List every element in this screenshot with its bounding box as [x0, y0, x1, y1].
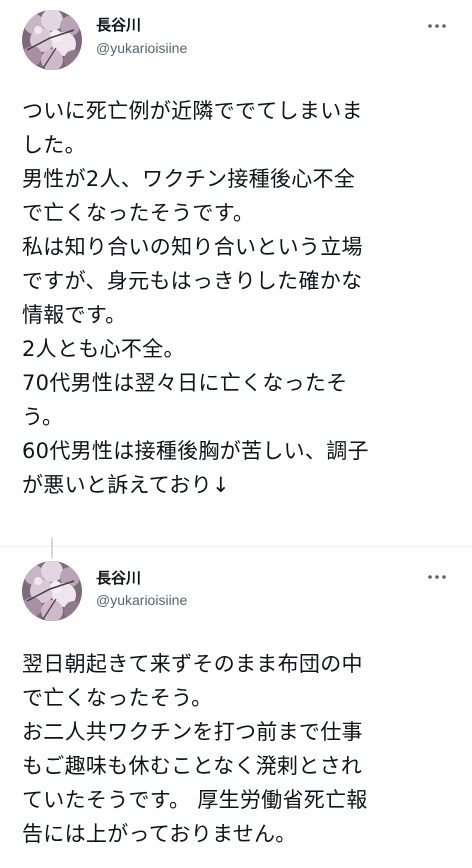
author-display-name[interactable]: 長谷川: [96, 569, 141, 587]
tweet-text-line: お二人共ワクチンを打つ前まで仕事: [22, 720, 363, 744]
tweet-text-line: う。: [22, 405, 64, 429]
tweet-text-line: した。: [22, 133, 86, 157]
author-display-name[interactable]: 長谷川: [96, 16, 141, 34]
tweet-text-line: 告には上がっておりません。: [22, 822, 297, 846]
tweet-text-line: 情報です。: [22, 303, 127, 327]
tweet-text-line: で亡くなったそうです。: [22, 201, 255, 225]
tweet-text: 翌日朝起きて来ずそのまま布団の中 で亡くなったそう。 お二人共ワクチンを打つ前ま…: [22, 647, 452, 851]
cherry-blossom-avatar-image: [22, 561, 82, 621]
tweet-text-line: ていたそうです。 厚生労働省死亡報: [22, 788, 368, 812]
tweet-text-line: ついに死亡例が近隣ででてしまいま: [22, 99, 363, 123]
tweet-text-line: が悪いと訴えており↓: [22, 473, 230, 497]
tweet-text-line: で亡くなったそう。: [22, 686, 213, 710]
tweet-text: ついに死亡例が近隣ででてしまいま した。 男性が2人、ワクチン接種後心不全 で亡…: [22, 94, 452, 502]
author-handle[interactable]: @yukarioisiine: [96, 39, 187, 57]
tweet[interactable]: 長谷川 @yukarioisiine ついに死亡例が近隣ででてしまいま した。 …: [0, 0, 472, 546]
ellipsis-icon[interactable]: [426, 18, 448, 34]
cherry-blossom-avatar-image: [22, 10, 82, 70]
tweet-text-line: 70代男性は翌々日に亡くなったそ: [22, 371, 348, 395]
tweet-text-line: 翌日朝起きて来ずそのまま布団の中: [22, 652, 363, 676]
tweet-text-line: 60代男性は接種後胸が苦しい、調子: [22, 439, 369, 463]
tweet-text-line: 男性が2人、ワクチン接種後心不全: [22, 167, 356, 191]
avatar[interactable]: [22, 10, 82, 70]
ellipsis-icon[interactable]: [426, 569, 448, 585]
tweet[interactable]: 長谷川 @yukarioisiine 翌日朝起きて来ずそのまま布団の中 で亡くな…: [0, 549, 472, 868]
tweet-divider: [0, 546, 472, 547]
avatar[interactable]: [22, 561, 82, 621]
author-handle[interactable]: @yukarioisiine: [96, 591, 187, 609]
tweet-text-line: 私は知り合いの知り合いという立場: [22, 235, 363, 259]
tweet-text-line: もご趣味も休むことなく溌剌とされ: [22, 754, 363, 778]
tweet-text-line: 2人とも心不全。: [22, 337, 185, 361]
tweet-text-line: ですが、身元もはっきりした確かな: [22, 269, 363, 293]
